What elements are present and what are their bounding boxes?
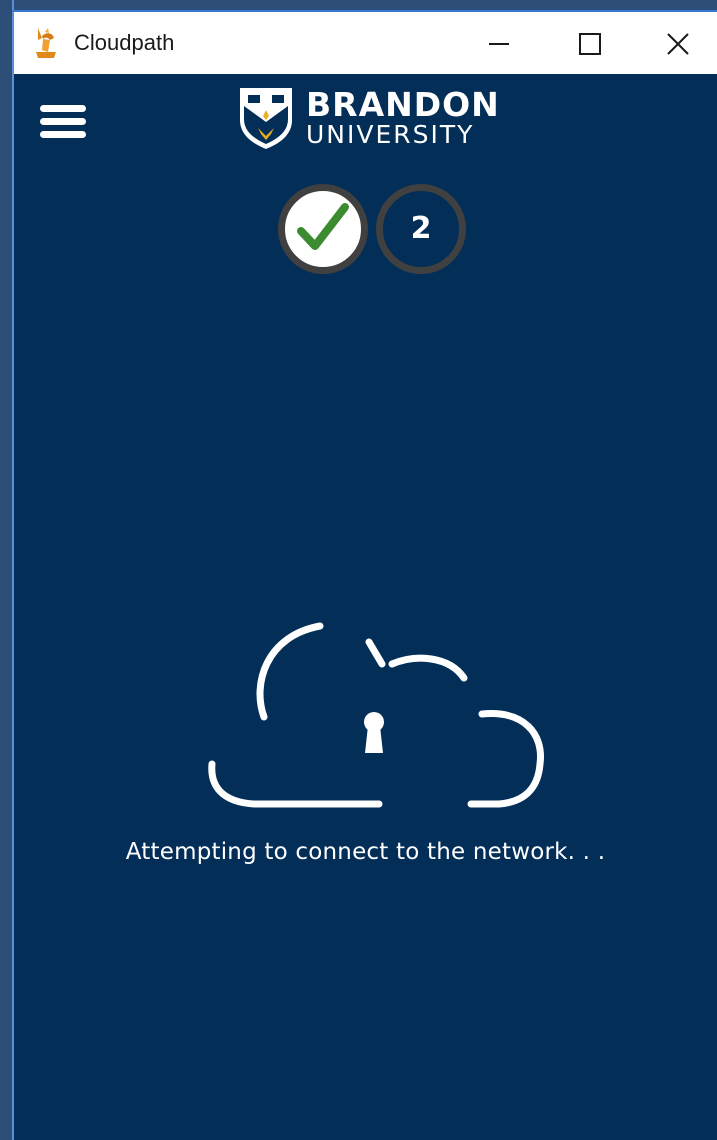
minimize-button[interactable] <box>452 12 544 74</box>
close-icon <box>667 33 689 55</box>
logo-university: UNIVERSITY <box>306 120 475 149</box>
connection-status: Attempting to connect to the network. . … <box>125 839 606 865</box>
menu-button[interactable] <box>38 102 88 142</box>
hamburger-menu-icon <box>40 105 86 138</box>
step-2-current: 2 <box>376 184 466 274</box>
step-1-complete <box>278 184 368 274</box>
checkmark-icon <box>297 203 349 250</box>
university-shield-icon <box>238 86 294 150</box>
step-number: 2 <box>410 211 432 246</box>
app-window: Cloudpath BRANDON UNIVERSITY 2 Attemptin… <box>0 0 717 1140</box>
cloud-lock-illustration <box>184 614 554 824</box>
window-left-edge <box>0 0 14 1140</box>
maximize-icon <box>579 33 601 55</box>
minimize-icon <box>489 43 509 45</box>
window-title: Cloudpath <box>74 30 175 55</box>
cloud-lock-icon <box>208 622 544 808</box>
maximize-button[interactable] <box>544 12 636 74</box>
logo-brandon: BRANDON <box>306 85 500 124</box>
close-button[interactable] <box>634 12 717 74</box>
title-bar[interactable]: Cloudpath <box>14 12 717 74</box>
university-logo: BRANDON UNIVERSITY <box>238 86 504 150</box>
app-content: BRANDON UNIVERSITY 2 Attempting to conne… <box>14 74 717 1140</box>
window-top-edge <box>0 0 717 10</box>
cloudpath-app-icon <box>32 26 60 60</box>
